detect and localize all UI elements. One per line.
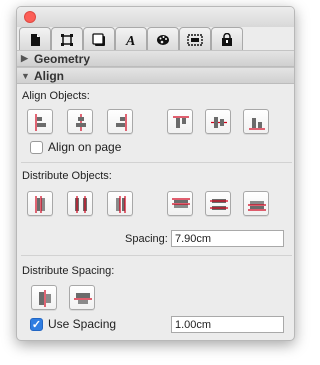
align-on-page-label: Align on page <box>48 140 122 154</box>
tab-shadow[interactable] <box>83 27 115 51</box>
section-align-label: Align <box>34 68 64 83</box>
section-geometry-label: Geometry <box>34 51 91 66</box>
distribute-spacing-vertical-button[interactable] <box>69 285 95 310</box>
section-geometry[interactable]: ▶ Geometry <box>17 50 294 67</box>
align-right-button[interactable] <box>107 109 133 134</box>
close-button[interactable] <box>24 11 36 23</box>
lock-icon <box>222 32 232 46</box>
image-icon <box>187 33 203 46</box>
tab-image[interactable] <box>179 27 211 51</box>
separator <box>21 162 292 163</box>
tab-document[interactable] <box>19 27 51 51</box>
distribute-top-button[interactable] <box>167 191 193 216</box>
separator <box>21 255 292 256</box>
align-center-horizontal-icon <box>76 114 86 131</box>
distribute-top-icon <box>172 198 190 208</box>
inspector-tabs: A <box>19 27 294 51</box>
distribute-center-horizontal-icon <box>75 196 87 213</box>
disclosure-right-icon: ▶ <box>21 53 28 63</box>
svg-text:A: A <box>125 34 135 47</box>
distribute-middle-vertical-button[interactable] <box>205 191 231 216</box>
use-spacing-input[interactable] <box>171 316 284 333</box>
align-right-icon <box>116 114 127 131</box>
checkmark-icon: ✓ <box>31 319 42 331</box>
inspector-panel: A ▶ Geometry ▼ Align Align Objects: Alig… <box>16 6 295 341</box>
align-middle-vertical-button[interactable] <box>205 109 231 134</box>
distribute-objects-label: Distribute Objects: <box>22 170 112 182</box>
align-top-icon <box>173 116 189 128</box>
geometry-icon <box>61 33 73 46</box>
spacing-label: Spacing: <box>125 233 168 245</box>
spacing-input[interactable] <box>171 230 284 247</box>
tab-text[interactable]: A <box>115 27 147 51</box>
align-middle-vertical-icon <box>211 117 227 128</box>
tab-lock[interactable] <box>211 27 243 51</box>
document-icon <box>31 33 40 46</box>
distribute-spacing-label: Distribute Spacing: <box>22 265 115 277</box>
distribute-left-button[interactable] <box>27 191 53 216</box>
distribute-spacing-vertical-icon <box>74 293 92 304</box>
shadow-icon <box>92 32 105 46</box>
distribute-center-horizontal-button[interactable] <box>67 191 93 216</box>
distribute-spacing-horizontal-button[interactable] <box>31 285 57 310</box>
distribute-bottom-button[interactable] <box>243 191 269 216</box>
palette-icon <box>157 34 169 45</box>
align-on-page-checkbox[interactable] <box>30 141 43 154</box>
disclosure-down-icon: ▼ <box>21 70 30 81</box>
align-top-button[interactable] <box>167 109 193 134</box>
distribute-right-button[interactable] <box>107 191 133 216</box>
distribute-spacing-horizontal-icon <box>39 290 51 307</box>
align-left-icon <box>35 114 46 131</box>
text-icon: A <box>125 34 135 47</box>
use-spacing-checkbox[interactable]: ✓ <box>30 318 43 331</box>
tab-palette[interactable] <box>147 27 179 51</box>
distribute-right-icon <box>116 196 126 213</box>
align-bottom-icon <box>249 118 265 130</box>
distribute-middle-vertical-icon <box>210 199 228 210</box>
align-left-button[interactable] <box>27 109 53 134</box>
distribute-left-icon <box>35 196 45 213</box>
align-bottom-button[interactable] <box>243 109 269 134</box>
section-align[interactable]: ▼ Align <box>17 67 294 84</box>
align-objects-label: Align Objects: <box>22 90 90 102</box>
tab-geometry[interactable] <box>51 27 83 51</box>
title-bar <box>17 7 294 27</box>
distribute-bottom-icon <box>248 201 266 211</box>
align-center-horizontal-button[interactable] <box>67 109 93 134</box>
use-spacing-label: Use Spacing <box>48 317 117 331</box>
